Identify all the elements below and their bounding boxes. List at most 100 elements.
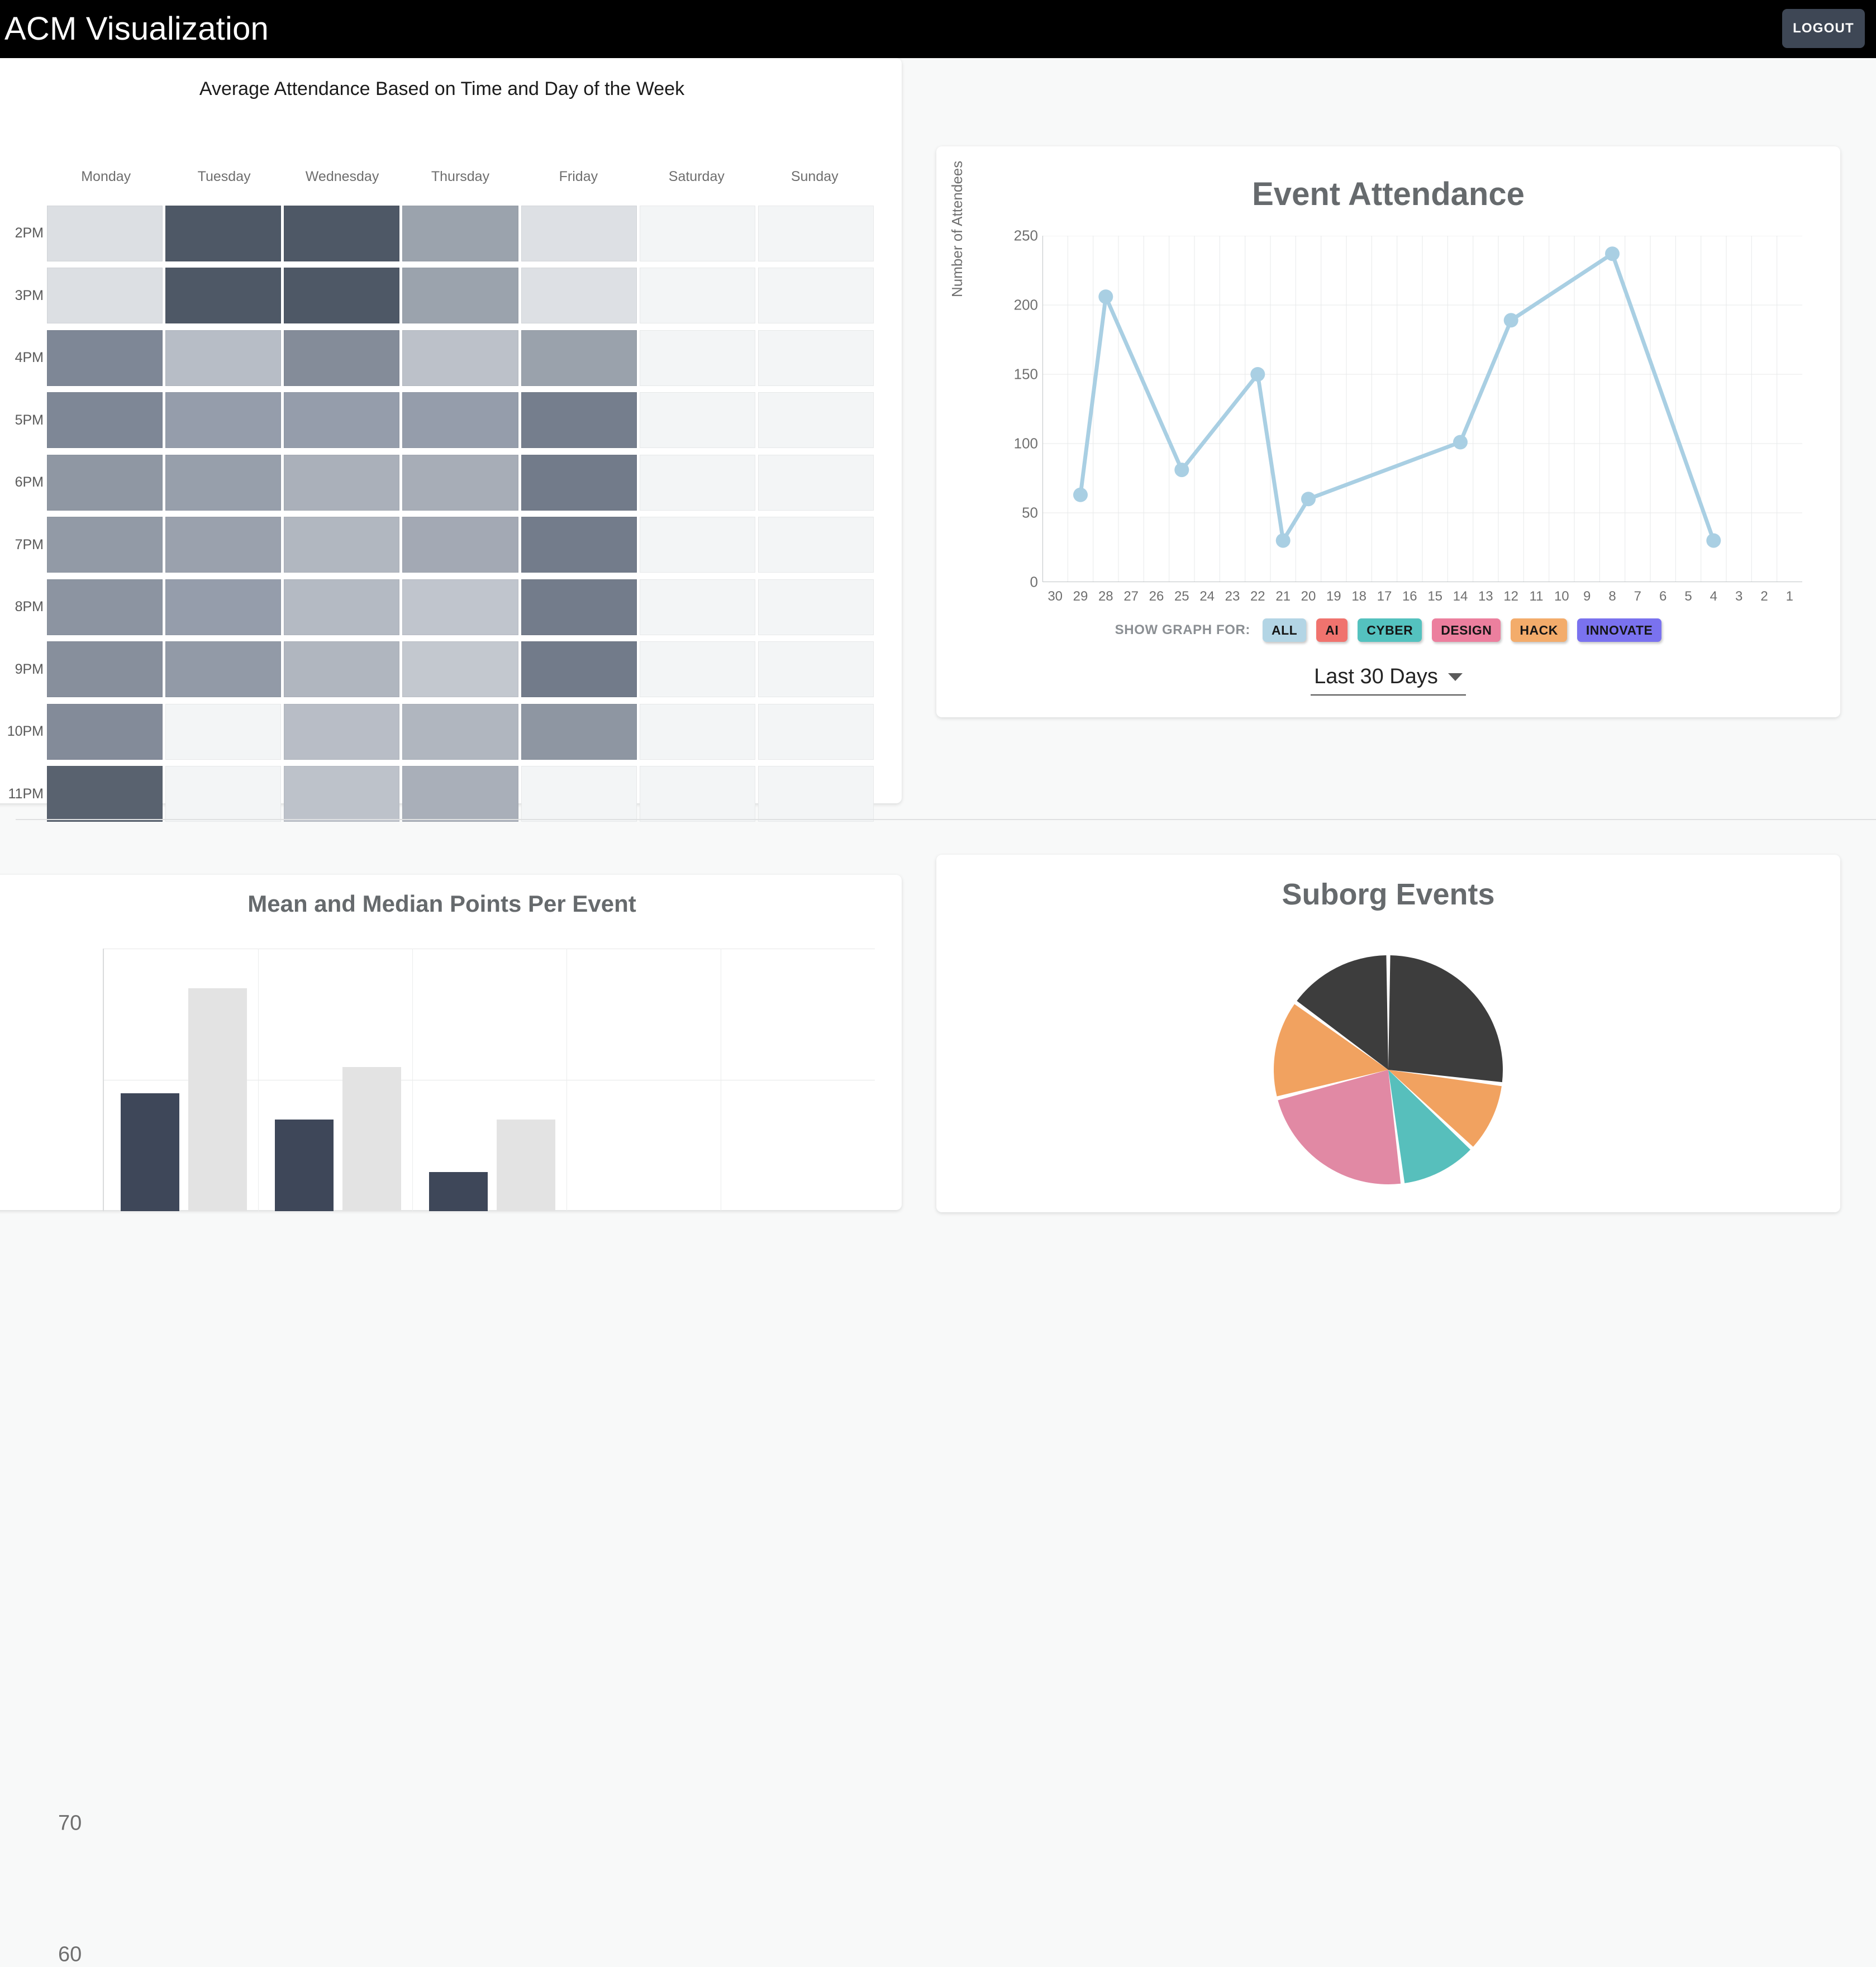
heatmap-cell[interactable] [402, 330, 518, 386]
heatmap-cell[interactable] [47, 454, 163, 511]
date-range-dropdown[interactable]: Last 30 Days [936, 665, 1840, 696]
x-tick-label: 30 [1047, 589, 1063, 604]
heatmap-cell[interactable] [402, 268, 518, 324]
heatmap-cell[interactable] [165, 392, 282, 449]
filter-chip-hack[interactable]: HACK [1511, 618, 1567, 642]
heatmap-cell[interactable] [165, 517, 282, 573]
bar-mean[interactable] [275, 1119, 334, 1211]
heatmap-row: 7PM [15, 514, 874, 577]
heatmap-cell[interactable] [284, 641, 400, 698]
heatmap-cell[interactable] [639, 205, 755, 261]
filter-chip-ai[interactable]: AI [1316, 618, 1348, 642]
heatmap-cell[interactable] [47, 579, 163, 635]
bar-median[interactable] [188, 988, 247, 1211]
heatmap-cell[interactable] [47, 392, 163, 449]
x-tick-label: 21 [1275, 589, 1291, 604]
heatmap-cell[interactable] [521, 268, 637, 324]
heatmap-cell[interactable] [284, 330, 400, 386]
heatmap-cell[interactable] [165, 268, 282, 324]
suborg-events-panel: Suborg Events [936, 855, 1840, 1212]
heatmap-cell[interactable] [639, 330, 755, 386]
heatmap-cell[interactable] [758, 330, 874, 386]
x-tick-label: 25 [1174, 589, 1189, 604]
heatmap-cell[interactable] [758, 454, 874, 511]
heatmap-cell[interactable] [165, 766, 282, 822]
heatmap-cell[interactable] [284, 454, 400, 511]
heatmap-day-tuesday: Tuesday [197, 169, 251, 184]
heatmap-cell[interactable] [639, 579, 755, 635]
heatmap-cell[interactable] [47, 766, 163, 822]
heatmap-cell[interactable] [639, 766, 755, 822]
logout-button[interactable]: LOGOUT [1782, 9, 1865, 48]
heatmap-cell[interactable] [284, 268, 400, 324]
filter-chip-all[interactable]: ALL [1263, 618, 1307, 642]
x-tick-label: 13 [1478, 589, 1493, 604]
heatmap-time-label: 8PM [15, 599, 44, 615]
heatmap-cell[interactable] [758, 641, 874, 698]
heatmap-cell[interactable] [47, 268, 163, 324]
heatmap-cell[interactable] [639, 517, 755, 573]
heatmap-cell[interactable] [47, 517, 163, 573]
heatmap-cell[interactable] [521, 454, 637, 511]
y-axis-label: Number of Attendees [949, 160, 965, 297]
line-chart-svg [1042, 235, 1802, 583]
heatmap-cell[interactable] [758, 268, 874, 324]
heatmap-cell[interactable] [521, 517, 637, 573]
heatmap-cell[interactable] [758, 579, 874, 635]
heatmap-cell[interactable] [402, 454, 518, 511]
heatmap-cell[interactable] [47, 205, 163, 261]
heatmap-cell[interactable] [402, 766, 518, 822]
heatmap-cell[interactable] [521, 641, 637, 698]
heatmap-cell[interactable] [165, 579, 282, 635]
x-tick-label: 27 [1123, 589, 1139, 604]
heatmap-cell[interactable] [639, 268, 755, 324]
heatmap-time-label: 9PM [15, 661, 44, 677]
heatmap-cell[interactable] [165, 703, 282, 760]
heatmap-cell[interactable] [521, 330, 637, 386]
heatmap-cell[interactable] [47, 703, 163, 760]
heatmap-cell[interactable] [284, 205, 400, 261]
heatmap-cell[interactable] [521, 766, 637, 822]
heatmap-cell[interactable] [165, 330, 282, 386]
heatmap-cell[interactable] [402, 579, 518, 635]
heatmap-cell[interactable] [639, 641, 755, 698]
heatmap-cell[interactable] [521, 205, 637, 261]
bar-median[interactable] [342, 1066, 401, 1211]
heatmap-cell[interactable] [284, 517, 400, 573]
date-range-dropdown-inner[interactable]: Last 30 Days [1311, 665, 1466, 696]
heatmap-cell[interactable] [165, 205, 282, 261]
heatmap-cell[interactable] [402, 205, 518, 261]
filter-chip-design[interactable]: DESIGN [1432, 618, 1501, 642]
y-axis-ticks: 0 50 100 150 200 250 [998, 227, 1038, 590]
filter-chip-innovate[interactable]: INNOVATE [1577, 618, 1662, 642]
heatmap-cell[interactable] [758, 517, 874, 573]
heatmap-cell[interactable] [521, 579, 637, 635]
x-tick-label: 19 [1326, 589, 1341, 604]
heatmap-cell[interactable] [639, 703, 755, 760]
heatmap-cell[interactable] [758, 703, 874, 760]
bar-mean[interactable] [121, 1093, 179, 1211]
heatmap-cell[interactable] [284, 392, 400, 449]
heatmap-cell[interactable] [284, 579, 400, 635]
heatmap-cell[interactable] [402, 703, 518, 760]
heatmap-cell[interactable] [47, 330, 163, 386]
bar-mean[interactable] [429, 1171, 488, 1211]
heatmap-cell[interactable] [402, 392, 518, 449]
heatmap-cell[interactable] [402, 641, 518, 698]
heatmap-cell[interactable] [47, 641, 163, 698]
heatmap-cell[interactable] [639, 392, 755, 449]
heatmap-cell[interactable] [521, 703, 637, 760]
x-tick-label: 18 [1351, 589, 1367, 604]
heatmap-cell[interactable] [639, 454, 755, 511]
heatmap-cell[interactable] [758, 392, 874, 449]
heatmap-cell[interactable] [165, 641, 282, 698]
heatmap-cell[interactable] [284, 703, 400, 760]
heatmap-cell[interactable] [758, 766, 874, 822]
bar-median[interactable] [497, 1119, 555, 1211]
heatmap-cell[interactable] [284, 766, 400, 822]
filter-chip-cyber[interactable]: CYBER [1358, 618, 1422, 642]
heatmap-cell[interactable] [165, 454, 282, 511]
heatmap-cell[interactable] [521, 392, 637, 449]
heatmap-cell[interactable] [758, 205, 874, 261]
heatmap-cell[interactable] [402, 517, 518, 573]
